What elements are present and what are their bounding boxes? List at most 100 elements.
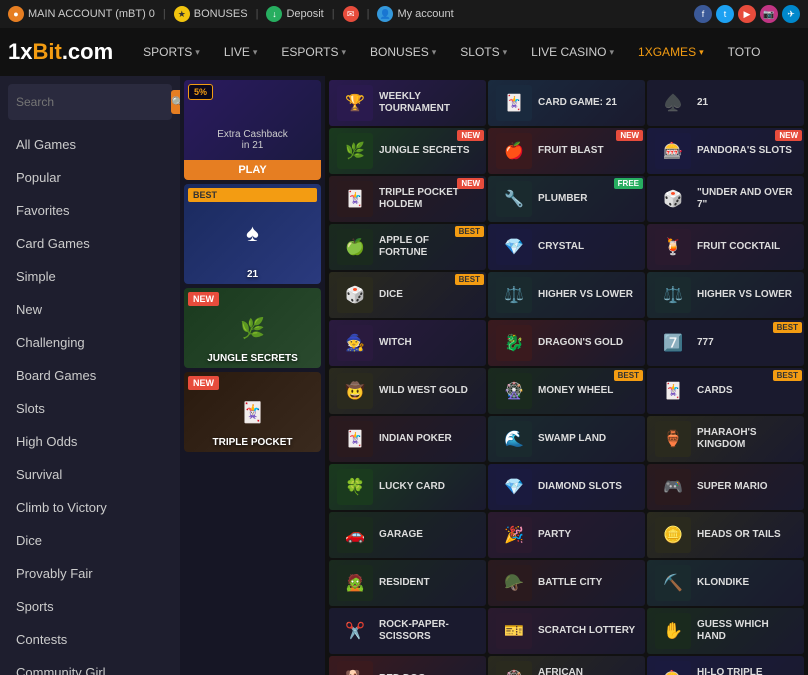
nav-1xgames[interactable]: 1XGAMES ▾ bbox=[628, 39, 714, 65]
my-account-btn[interactable]: 👤 My account bbox=[377, 6, 453, 22]
cashback-card[interactable]: 5% Extra Cashbackin 21 PLAY bbox=[184, 80, 321, 180]
game-list-item[interactable]: 🍎FRUIT BLASTNEW bbox=[488, 128, 645, 174]
game-list-item[interactable]: 🎰HI-LO TRIPLE CHANCE bbox=[647, 656, 804, 675]
sidebar-item-community-girl[interactable]: Community Girl bbox=[0, 656, 180, 675]
game-thumb: 🧙 bbox=[337, 325, 373, 361]
game-name-label: "UNDER AND OVER 7" bbox=[697, 187, 796, 211]
game-list-item[interactable]: 🍹FRUIT COCKTAIL bbox=[647, 224, 804, 270]
game-list-item[interactable]: 🧙WITCH bbox=[329, 320, 486, 366]
game-list-item[interactable]: 🎉PARTY bbox=[488, 512, 645, 558]
game-list-item[interactable]: 🔧PLUMBERFREE bbox=[488, 176, 645, 222]
game-list-item[interactable]: 💎DIAMOND SLOTS bbox=[488, 464, 645, 510]
game-list-item[interactable]: 🏆WEEKLY TOURNAMENT bbox=[329, 80, 486, 126]
sidebar-item-slots[interactable]: Slots bbox=[0, 392, 180, 425]
game-list-item[interactable]: 🪙HEADS OR TAILS bbox=[647, 512, 804, 558]
sidebar-item-sports[interactable]: Sports bbox=[0, 590, 180, 623]
game-name-label: RESIDENT bbox=[379, 577, 430, 589]
game-name-label: MONEY WHEEL bbox=[538, 385, 613, 397]
game-list-item[interactable]: 🃏CARD GAME: 21 bbox=[488, 80, 645, 126]
sidebar-item-popular[interactable]: Popular bbox=[0, 161, 180, 194]
game-list-item[interactable]: 💎CRYSTAL bbox=[488, 224, 645, 270]
sidebar-item-board-games[interactable]: Board Games bbox=[0, 359, 180, 392]
nav-sports[interactable]: SPORTS ▾ bbox=[133, 39, 210, 65]
game-list-item[interactable]: 🚗GARAGE bbox=[329, 512, 486, 558]
game-name-label: HIGHER VS LOWER bbox=[697, 289, 792, 301]
game-list-item[interactable]: 🎡AFRICAN ROULETTE bbox=[488, 656, 645, 675]
game-list-item[interactable]: ♠️21 bbox=[647, 80, 804, 126]
sidebar-item-new[interactable]: New bbox=[0, 293, 180, 326]
game-list-item[interactable]: 🎲DICEBEST bbox=[329, 272, 486, 318]
game-list-item[interactable]: 🃏CARDSBEST bbox=[647, 368, 804, 414]
nav-live[interactable]: LIVE ▾ bbox=[214, 39, 268, 65]
search-input[interactable] bbox=[16, 95, 171, 109]
nav-esports[interactable]: ESPORTS ▾ bbox=[271, 39, 356, 65]
game-list-item[interactable]: 🌊SWAMP LAND bbox=[488, 416, 645, 462]
sidebar-item-card-games[interactable]: Card Games bbox=[0, 227, 180, 260]
youtube-icon[interactable]: ▶ bbox=[738, 5, 756, 23]
game-list-item[interactable]: 🐕RED DOG bbox=[329, 656, 486, 675]
game-list-item[interactable]: 🐉DRAGON'S GOLD bbox=[488, 320, 645, 366]
bonuses-btn[interactable]: ★ BONUSES bbox=[174, 6, 248, 22]
game-thumb: 7️⃣ bbox=[655, 325, 691, 361]
sidebar-item-climb-to-victory[interactable]: Climb to Victory bbox=[0, 491, 180, 524]
nav-bonuses[interactable]: BONUSES ▾ bbox=[360, 39, 446, 65]
game-name-label: PHARAOH'S KINGDOM bbox=[697, 427, 796, 451]
game-preview-jungle[interactable]: 🌿 JUNGLE SECRETS NEW bbox=[184, 288, 321, 368]
game-list-item[interactable]: 7️⃣777BEST bbox=[647, 320, 804, 366]
game-list-item[interactable]: 🍏APPLE OF FORTUNEBEST bbox=[329, 224, 486, 270]
deposit-btn[interactable]: ↓ Deposit bbox=[266, 6, 323, 22]
game-list-item[interactable]: 🤠WILD WEST GOLD bbox=[329, 368, 486, 414]
game-list-item[interactable]: ✋GUESS WHICH HAND bbox=[647, 608, 804, 654]
game-item-badge: BEST bbox=[455, 274, 484, 285]
facebook-icon[interactable]: f bbox=[694, 5, 712, 23]
game-list-item[interactable]: 🃏INDIAN POKER bbox=[329, 416, 486, 462]
game-name-label: APPLE OF FORTUNE bbox=[379, 235, 478, 259]
nav-toto[interactable]: TOTO bbox=[718, 39, 771, 65]
game-list-item[interactable]: ⛏️KLONDIKE bbox=[647, 560, 804, 606]
game-list-item[interactable]: 🎰PANDORA'S SLOTSNEW bbox=[647, 128, 804, 174]
sidebar-item-high-odds[interactable]: High Odds bbox=[0, 425, 180, 458]
search-button[interactable]: 🔍 bbox=[171, 90, 180, 114]
game-list-item[interactable]: 🍀LUCKY CARD bbox=[329, 464, 486, 510]
twitter-icon[interactable]: t bbox=[716, 5, 734, 23]
game-thumb: 🎮 bbox=[655, 469, 691, 505]
sidebar-item-provably-fair[interactable]: Provably Fair bbox=[0, 557, 180, 590]
main-account[interactable]: ● MAIN ACCOUNT (mBT) 0 bbox=[8, 6, 155, 22]
game-name-label: 777 bbox=[697, 337, 714, 349]
game-list-item[interactable]: 🃏TRIPLE POCKET HOLDEMNEW bbox=[329, 176, 486, 222]
sidebar-item-survival[interactable]: Survival bbox=[0, 458, 180, 491]
game-list-item[interactable]: 🎲"UNDER AND OVER 7" bbox=[647, 176, 804, 222]
game-list-item[interactable]: 🎮SUPER MARIO bbox=[647, 464, 804, 510]
game-list-item[interactable]: 🎫SCRATCH LOTTERY bbox=[488, 608, 645, 654]
nav-slots[interactable]: SLOTS ▾ bbox=[450, 39, 517, 65]
game-list-item[interactable]: 🪖BATTLE CITY bbox=[488, 560, 645, 606]
sidebar-item-dice[interactable]: Dice bbox=[0, 524, 180, 557]
play-overlay[interactable]: PLAY bbox=[184, 160, 321, 180]
sidebar-item-all-games[interactable]: All Games bbox=[0, 128, 180, 161]
game-list-item[interactable]: 🎡MONEY WHEELBEST bbox=[488, 368, 645, 414]
game-list-item[interactable]: ⚖️HIGHER VS LOWER bbox=[647, 272, 804, 318]
sidebar-item-contests[interactable]: Contests bbox=[0, 623, 180, 656]
game-list-item[interactable]: 🧟RESIDENT bbox=[329, 560, 486, 606]
game-preview-21[interactable]: ♠ 21 BEST bbox=[184, 184, 321, 284]
game-thumb: ⚖️ bbox=[496, 277, 532, 313]
game-name-label: AFRICAN ROULETTE bbox=[538, 667, 637, 675]
game-item-badge: BEST bbox=[455, 226, 484, 237]
game-list-item[interactable]: ⚖️HIGHER VS LOWER bbox=[488, 272, 645, 318]
game-list-item[interactable]: ✂️ROCK-PAPER-SCISSORS bbox=[329, 608, 486, 654]
game-name-label: JUNGLE SECRETS bbox=[379, 145, 470, 157]
sidebar-item-challenging[interactable]: Challenging bbox=[0, 326, 180, 359]
game-list-item[interactable]: 🏺PHARAOH'S KINGDOM bbox=[647, 416, 804, 462]
mail-icon-btn[interactable]: ✉ bbox=[343, 6, 359, 22]
sidebar-item-simple[interactable]: Simple bbox=[0, 260, 180, 293]
game-preview-triple[interactable]: 🃏 TRIPLE POCKET NEW bbox=[184, 372, 321, 452]
sidebar-item-favorites[interactable]: Favorites bbox=[0, 194, 180, 227]
game-list-item[interactable]: 🌿JUNGLE SECRETSNEW bbox=[329, 128, 486, 174]
instagram-icon[interactable]: 📷 bbox=[760, 5, 778, 23]
telegram-icon[interactable]: ✈ bbox=[782, 5, 800, 23]
nav-live-casino[interactable]: LIVE CASINO ▾ bbox=[521, 39, 624, 65]
site-logo[interactable]: 1xBit.com bbox=[8, 39, 113, 65]
game-name-label: FRUIT COCKTAIL bbox=[697, 241, 780, 253]
game-name-label: DIAMOND SLOTS bbox=[538, 481, 622, 493]
game-name-label: GARAGE bbox=[379, 529, 423, 541]
